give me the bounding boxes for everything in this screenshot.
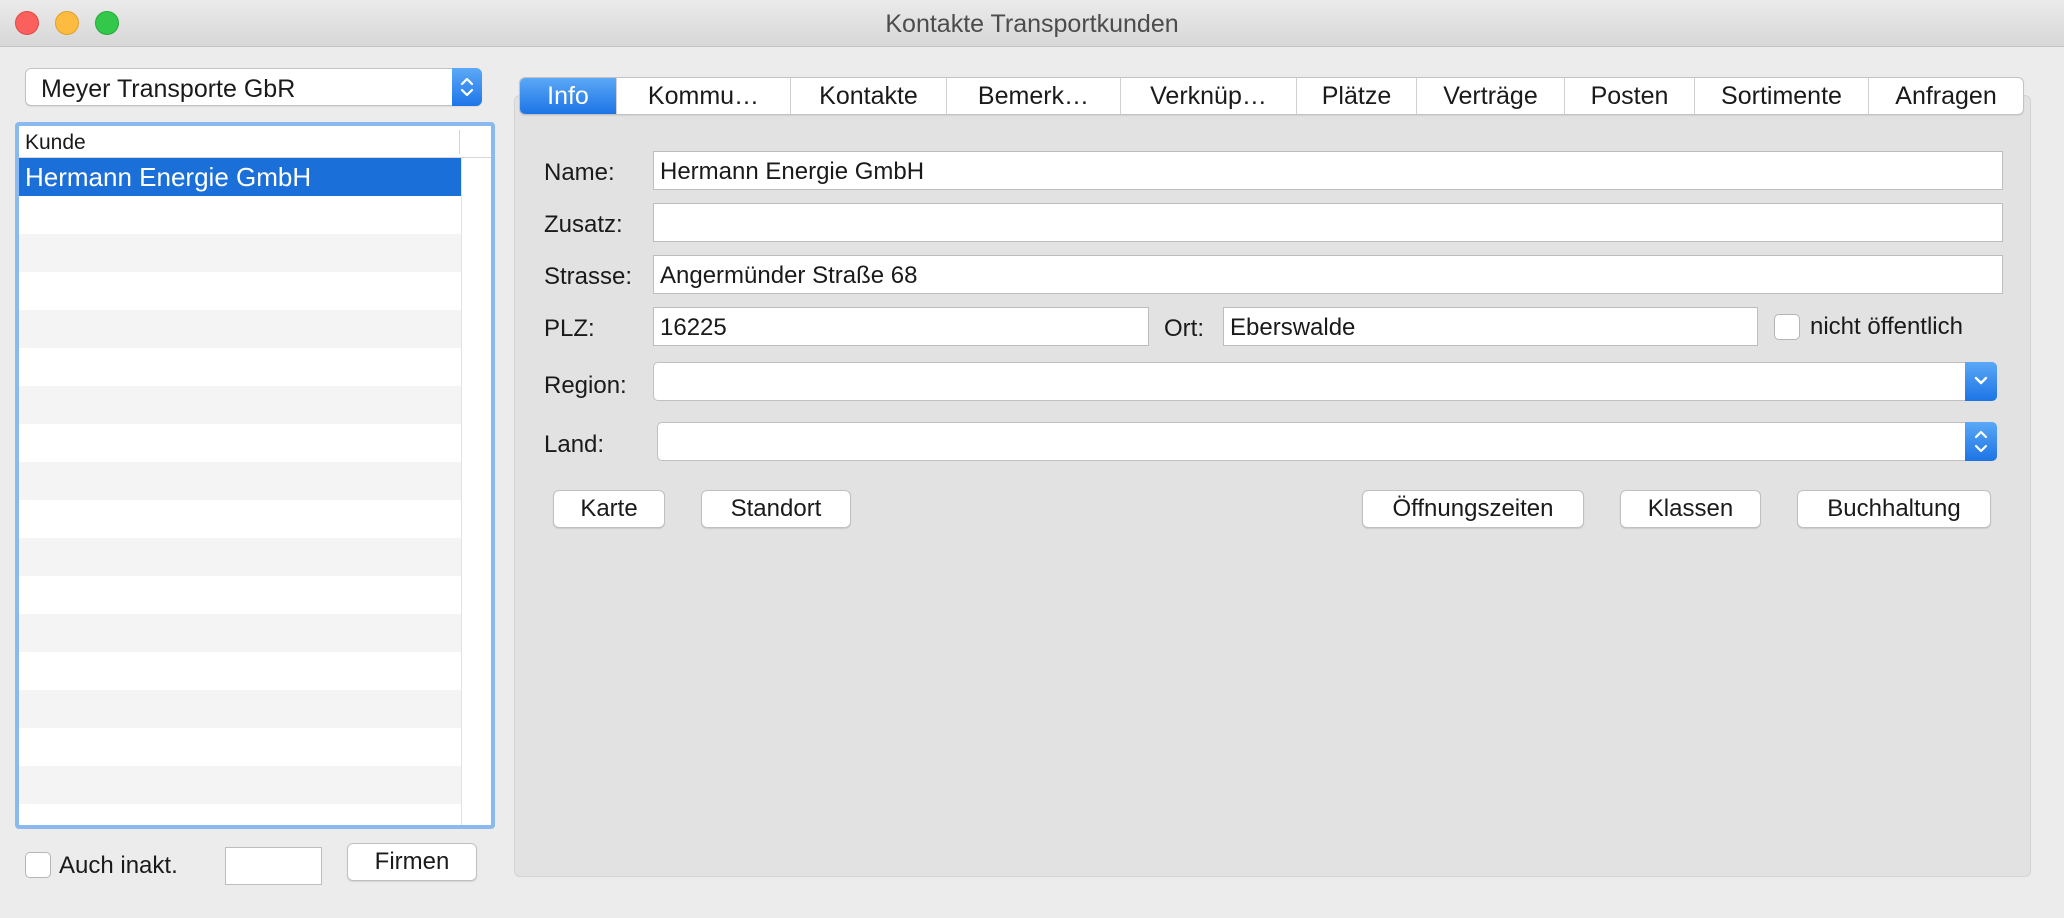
title-bar: Kontakte Transportkunden	[0, 0, 2064, 47]
list-item-empty	[19, 272, 461, 310]
list-item-empty	[19, 500, 461, 538]
vertical-scrollbar[interactable]	[461, 158, 491, 825]
list-item-empty	[19, 310, 461, 348]
window-title: Kontakte Transportkunden	[885, 10, 1179, 38]
tab-kommunikation[interactable]: Kommu…	[616, 78, 790, 114]
tab-anfragen[interactable]: Anfragen	[1868, 78, 2023, 114]
chevron-down-icon[interactable]	[1965, 362, 1997, 401]
list-item-empty	[19, 348, 461, 386]
suffix-label: Zusatz:	[544, 211, 623, 238]
customer-list-rows: Hermann Energie GmbH	[19, 158, 461, 825]
zip-label: PLZ:	[544, 315, 595, 342]
list-item-empty	[19, 728, 461, 766]
country-label: Land:	[544, 431, 605, 458]
list-item-empty	[19, 386, 461, 424]
tab-bemerkungen[interactable]: Bemerk…	[946, 78, 1120, 114]
accounting-button[interactable]: Buchhaltung	[1797, 490, 1991, 528]
list-item-empty	[19, 424, 461, 462]
list-item-empty	[19, 766, 461, 804]
name-field[interactable]: Hermann Energie GmbH	[653, 151, 2003, 190]
tab-sortimente[interactable]: Sortimente	[1694, 78, 1868, 114]
region-label: Region:	[544, 372, 627, 399]
customer-list[interactable]: Kunde Hermann Energie GmbH	[15, 122, 495, 829]
tab-verknuepfungen[interactable]: Verknüp…	[1120, 78, 1296, 114]
list-item-empty	[19, 614, 461, 652]
map-button[interactable]: Karte	[553, 490, 665, 528]
tab-bar: Info Kommu… Kontakte Bemerk… Verknüp… Pl…	[519, 77, 2024, 115]
city-label: Ort:	[1164, 315, 1204, 342]
up-down-chevron-icon[interactable]	[1965, 422, 1997, 461]
suffix-field[interactable]	[653, 203, 2003, 242]
not-public-checkbox[interactable]	[1774, 314, 1800, 340]
list-item-empty	[19, 652, 461, 690]
country-combobox[interactable]	[657, 422, 1997, 461]
include-inactive-label: Auch inakt.	[59, 852, 178, 879]
company-select-value: Meyer Transporte GbR	[41, 75, 296, 103]
region-combobox[interactable]	[653, 362, 1997, 401]
tab-kontakte[interactable]: Kontakte	[790, 78, 946, 114]
location-button[interactable]: Standort	[701, 490, 851, 528]
list-item-selected[interactable]: Hermann Energie GmbH	[19, 158, 461, 196]
name-label: Name:	[544, 159, 615, 186]
not-public-label: nicht öffentlich	[1810, 313, 1963, 340]
column-divider	[459, 130, 460, 154]
street-label: Strasse:	[544, 263, 633, 290]
company-select[interactable]: Meyer Transporte GbR	[25, 68, 482, 106]
list-item-empty	[19, 538, 461, 576]
include-inactive-checkbox[interactable]	[25, 852, 51, 878]
list-item-empty	[19, 804, 461, 825]
list-item-empty	[19, 196, 461, 234]
city-field[interactable]: Eberswalde	[1223, 307, 1758, 346]
tab-info[interactable]: Info	[520, 78, 616, 114]
street-field[interactable]: Angermünder Straße 68	[653, 255, 2003, 294]
firmen-button[interactable]: Firmen	[347, 843, 477, 881]
filter-input[interactable]	[225, 847, 322, 885]
tab-posten[interactable]: Posten	[1564, 78, 1694, 114]
main-window: Kontakte Transportkunden Meyer Transport…	[0, 0, 2064, 918]
customer-list-header[interactable]: Kunde	[19, 126, 491, 158]
list-item-empty	[19, 690, 461, 728]
list-item-empty	[19, 576, 461, 614]
tab-vertraege[interactable]: Verträge	[1416, 78, 1564, 114]
tab-plaetze[interactable]: Plätze	[1296, 78, 1416, 114]
list-item-empty	[19, 462, 461, 500]
list-item-empty	[19, 234, 461, 272]
column-header-kunde[interactable]: Kunde	[25, 131, 86, 155]
opening-hours-button[interactable]: Öffnungszeiten	[1362, 490, 1584, 528]
up-down-chevron-icon	[452, 68, 482, 106]
classes-button[interactable]: Klassen	[1620, 490, 1761, 528]
zip-field[interactable]: 16225	[653, 307, 1149, 346]
